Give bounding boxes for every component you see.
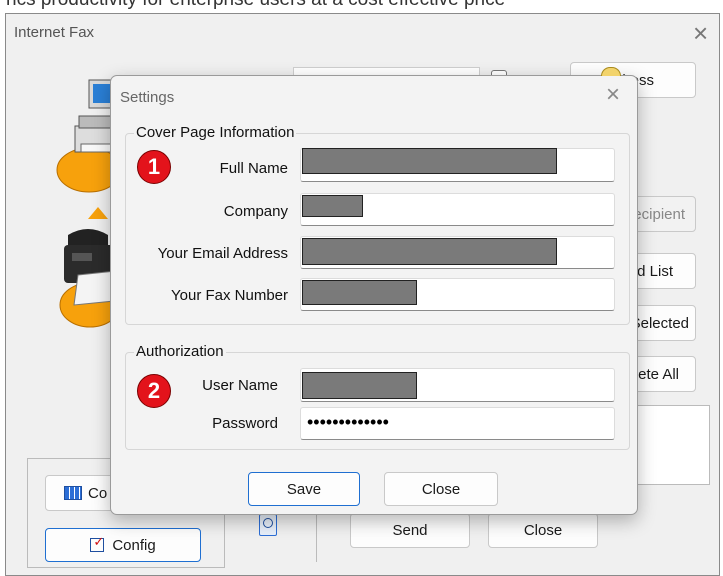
fax-number-label: Your Fax Number <box>171 287 288 304</box>
settings-close-button-label: Close <box>421 480 461 498</box>
password-value: ••••••••••••• <box>307 412 389 432</box>
window-left-edge-shadow <box>0 13 5 576</box>
email-label: Your Email Address <box>157 245 288 262</box>
config-button[interactable]: ✓ Config <box>45 528 201 562</box>
address-book-icon <box>601 67 621 76</box>
window-close-icon[interactable]: × <box>693 18 708 49</box>
send-button[interactable]: Send <box>350 513 470 548</box>
fax-number-redaction <box>302 280 417 305</box>
add-recipient-button-label: ecipient <box>633 205 685 223</box>
username-label: User Name <box>202 377 278 394</box>
password-label: Password <box>212 415 278 432</box>
delete-all-button-label: ete All <box>638 365 679 383</box>
recipient-list-box[interactable] <box>630 405 710 485</box>
main-close-button-label: Close <box>523 522 563 539</box>
config-button-label: Config <box>112 536 156 554</box>
full-name-redaction <box>302 148 557 174</box>
send-button-label: Send <box>392 522 428 539</box>
company-label: Company <box>223 203 288 220</box>
delete-selected-button-label: Selected <box>630 314 689 332</box>
step-badge-2: 2 <box>137 374 171 408</box>
password-field[interactable]: ••••••••••••• <box>300 407 615 440</box>
username-redaction <box>302 372 417 399</box>
grid-icon <box>64 486 82 500</box>
company-redaction <box>302 195 363 217</box>
window-title: Internet Fax <box>14 24 95 41</box>
step-badge-1: 1 <box>137 150 171 184</box>
save-button[interactable]: Save <box>248 472 360 506</box>
authorization-group-title: Authorization <box>134 343 226 360</box>
cover-page-group-title: Cover Page Information <box>134 124 297 141</box>
email-redaction <box>302 238 557 265</box>
main-close-button[interactable]: Close <box>488 513 598 548</box>
settings-close-icon[interactable]: × <box>606 81 620 109</box>
load-list-button-label: d List <box>637 262 673 280</box>
save-button-label: Save <box>286 480 322 498</box>
fax-machine-illustration <box>59 207 118 328</box>
background-text-line: ncs productivity for enterprise users at… <box>6 0 505 11</box>
preview-icon[interactable] <box>259 514 277 536</box>
full-name-label: Full Name <box>219 160 288 177</box>
settings-dialog-title: Settings <box>120 89 175 106</box>
contacts-button-label: Co <box>88 484 108 502</box>
settings-close-button[interactable]: Close <box>384 472 498 506</box>
config-checkbox-icon: ✓ <box>90 535 105 552</box>
